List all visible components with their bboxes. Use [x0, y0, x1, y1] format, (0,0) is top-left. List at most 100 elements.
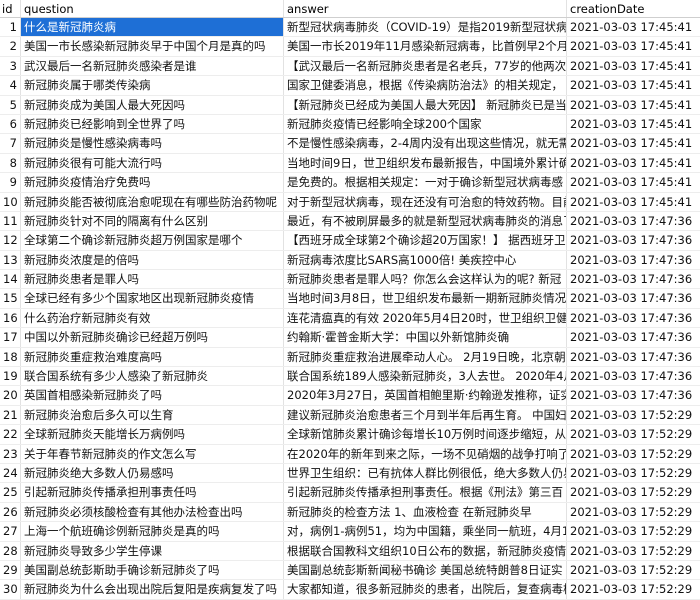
cell-creation-date[interactable]: 2021-03-03 17:52:29	[567, 406, 700, 424]
table-row[interactable]: 11 新冠肺炎针对不同的隔离有什么区别 最近，有不被刷屏最多的就是新型冠状病毒肺炎的…	[0, 211, 700, 232]
table-row[interactable]: 18 新冠肺炎重症救治难度高吗 新冠肺炎重症救治进展牵动人心。 2月19日晚，北京朝…	[0, 347, 700, 368]
cell-creation-date[interactable]: 2021-03-03 17:47:36	[567, 289, 700, 307]
cell-question[interactable]: 新冠肺炎已经影响到全世界了吗	[21, 114, 284, 134]
cell-question[interactable]: 新冠肺炎绝大多数人仍易感吗	[21, 463, 284, 483]
cell-id[interactable]: 2	[0, 37, 21, 56]
cell-creation-date[interactable]: 2021-03-03 17:52:29	[567, 580, 700, 598]
cell-question[interactable]: 上海一个航班确诊例新冠肺炎是真的吗	[21, 522, 284, 541]
cell-answer[interactable]: 当地时间3月8日，世卫组织发布最新一期新冠肺炎情况	[284, 289, 567, 308]
cell-answer[interactable]: 不是慢性感染病毒，2-4周内没有出现这些情况，就无需	[284, 134, 567, 153]
cell-creation-date[interactable]: 2021-03-03 17:45:41	[567, 76, 700, 94]
cell-answer[interactable]: 世界卫生组织：已有抗体人群比例很低，绝大多数人仍易	[284, 463, 567, 483]
cell-answer[interactable]: 在2020年的新年到来之际，一场不见硝烟的战争打响了	[284, 444, 567, 463]
cell-question[interactable]: 全球新冠肺炎天能增长万病例吗	[21, 425, 284, 444]
cell-id[interactable]: 9	[0, 173, 21, 192]
cell-id[interactable]: 16	[0, 308, 21, 328]
cell-answer[interactable]: 全球新馆肺炎累计确诊每增长10万例时间逐步缩短，从	[284, 425, 567, 444]
cell-question[interactable]: 新冠肺炎浓度是的倍吗	[21, 250, 284, 270]
cell-id[interactable]: 10	[0, 192, 21, 211]
cell-id[interactable]: 14	[0, 270, 21, 289]
cell-question[interactable]: 关于年春节新冠肺炎的作文怎么写	[21, 444, 284, 463]
table-row[interactable]: 14 新冠肺炎患者是罪人吗 新冠肺炎患者是罪人吗？你怎么会这样认为的呢? 新冠 202…	[0, 270, 700, 290]
cell-answer[interactable]: 当地时间9日，世卫组织发布最新报告，中国境外累计确	[284, 153, 567, 173]
cell-id[interactable]: 21	[0, 405, 21, 425]
cell-answer[interactable]: 最近，有不被刷屏最多的就是新型冠状病毒肺炎的消息了	[284, 211, 567, 231]
table-row[interactable]: 23 关于年春节新冠肺炎的作文怎么写 在2020年的新年到来之际，一场不见硝烟的战争…	[0, 444, 700, 464]
table-row[interactable]: 16 什么药治疗新冠肺炎有效 连花清瘟真的有效 2020年5月4日20时，世卫组织卫…	[0, 308, 700, 329]
cell-creation-date[interactable]: 2021-03-03 17:52:29	[567, 464, 700, 482]
cell-creation-date[interactable]: 2021-03-03 17:45:41	[567, 96, 700, 114]
table-row[interactable]: 19 联合国系统有多少人感染了新冠肺炎 联合国系统189人感染新冠肺炎，3人去世。 …	[0, 367, 700, 387]
cell-answer[interactable]: 美国副总统彭斯新闻秘书确诊 美国总统特朗普8日证实	[284, 560, 567, 580]
cell-creation-date[interactable]: 2021-03-03 17:47:36	[567, 309, 700, 327]
cell-question[interactable]: 什么药治疗新冠肺炎有效	[21, 308, 284, 328]
table-row[interactable]: 7 新冠肺炎是慢性感染病毒吗 不是慢性感染病毒，2-4周内没有出现这些情况，就无需 2…	[0, 134, 700, 154]
cell-question[interactable]: 新冠肺炎针对不同的隔离有什么区别	[21, 211, 284, 231]
table-row[interactable]: 22 全球新冠肺炎天能增长万病例吗 全球新馆肺炎累计确诊每增长10万例时间逐步缩短，…	[0, 425, 700, 445]
cell-question[interactable]: 全球第二个确诊新冠肺炎超万例国家是哪个	[21, 231, 284, 250]
cell-answer[interactable]: 根据联合国教科文组织10日公布的数据，新冠肺炎疫情	[284, 541, 567, 560]
cell-creation-date[interactable]: 2021-03-03 17:52:29	[567, 522, 700, 540]
cell-id[interactable]: 23	[0, 444, 21, 463]
table-row[interactable]: 13 新冠肺炎浓度是的倍吗 新冠病毒浓度比SARS高1000倍! 美疾控中心 2021…	[0, 250, 700, 271]
cell-id[interactable]: 26	[0, 502, 21, 522]
table-row[interactable]: 3 武汉最后一名新冠肺炎感染者是谁 【武汉最后一名新冠肺炎患者是名老兵，77岁的他两…	[0, 56, 700, 77]
cell-answer[interactable]: 联合国系统189人感染新冠肺炎，3人去世。 2020年4月	[284, 367, 567, 386]
cell-creation-date[interactable]: 2021-03-03 17:47:36	[567, 328, 700, 346]
cell-answer[interactable]: 对于新型冠状病毒，现在还没有可治愈的特效药物。目前	[284, 192, 567, 211]
cell-question[interactable]: 新冠肺炎治愈后多久可以生育	[21, 405, 284, 425]
table-row[interactable]: 15 全球已经有多少个国家地区出现新冠肺炎疫情 当地时间3月8日，世卫组织发布最新一…	[0, 289, 700, 309]
cell-id[interactable]: 12	[0, 231, 21, 250]
cell-creation-date[interactable]: 2021-03-03 17:47:36	[567, 348, 700, 366]
cell-answer[interactable]: 引起新冠肺炎传播承担刑事责任。根据《刑法》第三百	[284, 483, 567, 502]
cell-question[interactable]: 联合国系统有多少人感染了新冠肺炎	[21, 367, 284, 386]
table-row[interactable]: 6 新冠肺炎已经影响到全世界了吗 新冠肺炎疫情已经影响全球200个国家 2021-03…	[0, 114, 700, 135]
cell-creation-date[interactable]: 2021-03-03 17:47:36	[567, 367, 700, 385]
table-row[interactable]: 8 新冠肺炎很有可能大流行吗 当地时间9日，世卫组织发布最新报告，中国境外累计确 20…	[0, 153, 700, 174]
table-row[interactable]: 5 新冠肺炎成为美国人最大死因吗 【新冠肺炎已经成为美国人最大死因】 新冠肺炎已是当…	[0, 95, 700, 115]
cell-id[interactable]: 30	[0, 580, 21, 599]
cell-question[interactable]: 美国一市长感染新冠肺炎早于中国个月是真的吗	[21, 37, 284, 56]
table-row[interactable]: 4 新冠肺炎属于哪类传染病 国家卫健委消息，根据《传染病防治法》的相关规定， 2021…	[0, 76, 700, 96]
table-row[interactable]: 26 新冠肺炎必须核酸检查有其他办法检查出吗 新冠肺炎的检查方法 1、血液检查 在新…	[0, 502, 700, 523]
cell-id[interactable]: 17	[0, 328, 21, 347]
cell-answer[interactable]: 是免费的。根据相关规定：一对于确诊新型冠状病毒感	[284, 173, 567, 192]
cell-answer[interactable]: 新冠肺炎患者是罪人吗？你怎么会这样认为的呢? 新冠	[284, 270, 567, 289]
cell-question[interactable]: 引起新冠肺炎传播承担刑事责任吗	[21, 483, 284, 502]
table-row[interactable]: 10 新冠肺炎能否被彻底治愈呢现在有哪些防治药物呢 对于新型冠状病毒，现在还没有可治…	[0, 192, 700, 212]
cell-creation-date[interactable]: 2021-03-03 17:45:41	[567, 173, 700, 191]
cell-question[interactable]: 新冠肺炎很有可能大流行吗	[21, 153, 284, 173]
cell-id[interactable]: 3	[0, 56, 21, 76]
cell-id[interactable]: 20	[0, 386, 21, 405]
cell-question[interactable]: 武汉最后一名新冠肺炎感染者是谁	[21, 56, 284, 76]
table-row[interactable]: 20 英国首相感染新冠肺炎了吗 2020年3月27日，英国首相鲍里斯·约翰逊发推称，…	[0, 386, 700, 406]
cell-creation-date[interactable]: 2021-03-03 17:47:36	[567, 212, 700, 230]
cell-question[interactable]: 新冠肺炎患者是罪人吗	[21, 270, 284, 289]
cell-answer[interactable]: 美国一市长2019年11月感染新冠病毒，比首例早2个月	[284, 37, 567, 56]
cell-creation-date[interactable]: 2021-03-03 17:45:41	[567, 37, 700, 55]
cell-id[interactable]: 29	[0, 560, 21, 580]
column-header-creation-date[interactable]: creationDate	[567, 0, 700, 17]
column-header-answer[interactable]: answer	[284, 0, 567, 17]
cell-answer[interactable]: 2020年3月27日，英国首相鲍里斯·约翰逊发推称，证实	[284, 386, 567, 405]
cell-id[interactable]: 25	[0, 483, 21, 502]
cell-answer[interactable]: 新冠病毒浓度比SARS高1000倍! 美疾控中心	[284, 250, 567, 270]
cell-id[interactable]: 27	[0, 522, 21, 541]
table-row[interactable]: 27 上海一个航班确诊例新冠肺炎是真的吗 对，病例1-病例51，均为中国籍，乘坐同一…	[0, 522, 700, 542]
table-row[interactable]: 21 新冠肺炎治愈后多久可以生育 建议新冠肺炎治愈患者三个月到半年后再生育。 中国妇…	[0, 405, 700, 426]
cell-id[interactable]: 28	[0, 541, 21, 560]
cell-creation-date[interactable]: 2021-03-03 17:45:41	[567, 193, 700, 211]
cell-answer[interactable]: 连花清瘟真的有效 2020年5月4日20时，世卫组织卫健	[284, 308, 567, 328]
cell-question[interactable]: 英国首相感染新冠肺炎了吗	[21, 386, 284, 405]
cell-answer[interactable]: 约翰斯·霍普金斯大学：中国以外新馆肺炎确	[284, 328, 567, 347]
cell-creation-date[interactable]: 2021-03-03 17:52:29	[567, 425, 700, 443]
column-header-question[interactable]: question	[21, 0, 284, 17]
cell-creation-date[interactable]: 2021-03-03 17:47:36	[567, 231, 700, 249]
cell-id[interactable]: 13	[0, 250, 21, 270]
cell-id[interactable]: 5	[0, 95, 21, 114]
cell-id[interactable]: 18	[0, 347, 21, 367]
cell-question[interactable]: 新冠肺炎必须核酸检查有其他办法检查出吗	[21, 502, 284, 522]
cell-creation-date[interactable]: 2021-03-03 17:47:36	[567, 251, 700, 269]
table-row[interactable]: 17 中国以外新冠肺炎确诊已经超万例吗 约翰斯·霍普金斯大学：中国以外新馆肺炎确 20…	[0, 328, 700, 348]
cell-question[interactable]: 新冠肺炎疫情治疗免费吗	[21, 173, 284, 192]
